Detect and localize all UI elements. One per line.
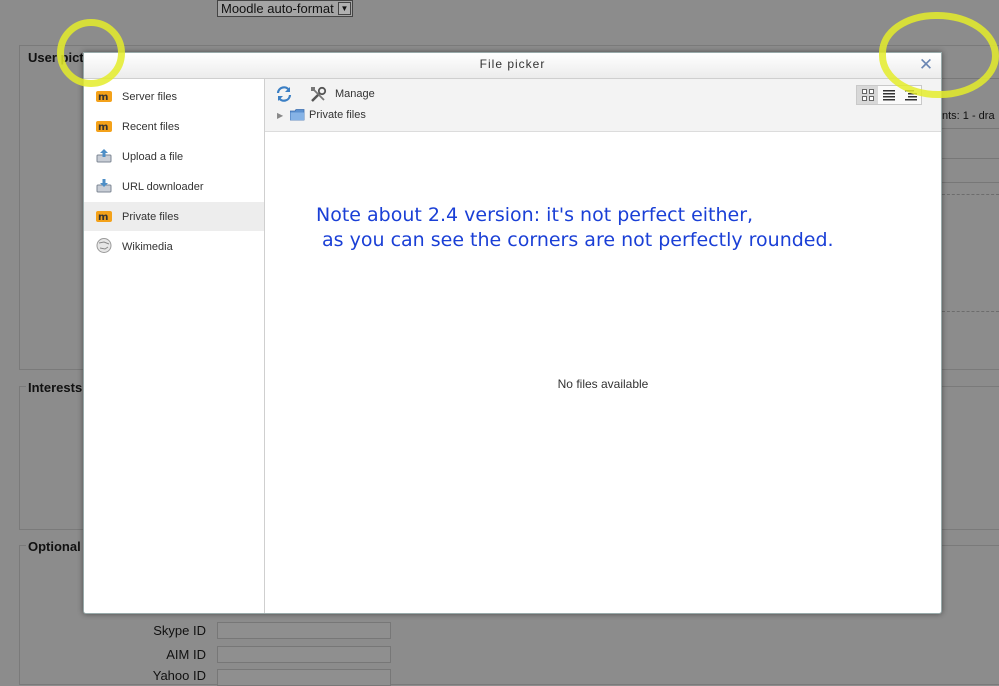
file-area: Manage ▶ Private files Note about 2.4 ve… — [265, 79, 941, 613]
repo-label: Server files — [122, 91, 178, 103]
text-format-select-value: Moodle auto-format — [221, 1, 334, 16]
moodle-icon: m — [96, 211, 112, 223]
folder-icon — [290, 109, 305, 121]
skype-id-field[interactable] — [217, 622, 391, 639]
repo-label: Private files — [122, 211, 179, 223]
moodle-icon: m — [96, 91, 112, 103]
list-view-icon — [883, 90, 896, 101]
breadcrumb-private-files[interactable]: Private files — [309, 109, 366, 121]
aim-id-field[interactable] — [217, 646, 391, 663]
repo-label: URL downloader — [122, 181, 204, 193]
bg-text-fragment: nts: 1 - dra — [942, 110, 995, 122]
bg-divider — [942, 182, 999, 183]
grid-view-icon — [862, 89, 874, 101]
repo-wikimedia[interactable]: Wikimedia — [84, 232, 264, 261]
file-picker-dialog: File picker ✕ m Server files m Recent fi… — [83, 52, 942, 614]
wikimedia-icon — [96, 238, 112, 253]
manage-tools-icon[interactable] — [310, 86, 327, 103]
chevron-down-icon: ▼ — [338, 2, 351, 15]
moodle-icon: m — [96, 121, 112, 133]
upload-icon — [96, 149, 112, 163]
repo-url-downloader[interactable]: URL downloader — [84, 172, 264, 201]
repo-upload-a-file[interactable]: Upload a file — [84, 142, 264, 171]
svg-text:m: m — [98, 212, 108, 223]
text-format-select[interactable]: Moodle auto-format ▼ — [217, 0, 353, 17]
empty-message: No files available — [557, 377, 649, 391]
repo-label: Recent files — [122, 121, 180, 133]
legend-interests: Interests — [26, 380, 85, 395]
annotation-note-line2: as you can see the corners are not perfe… — [316, 229, 834, 251]
repository-list: m Server files m Recent files Upload a f… — [84, 79, 265, 613]
list-view-button[interactable] — [878, 86, 899, 104]
repo-private-files[interactable]: m Private files — [84, 202, 264, 231]
bg-dropzone-border — [942, 194, 999, 195]
repo-server-files[interactable]: m Server files — [84, 82, 264, 111]
bg-divider — [942, 158, 999, 159]
highlight-circle-left — [57, 19, 125, 87]
skype-id-label: Skype ID — [153, 623, 206, 638]
repo-recent-files[interactable]: m Recent files — [84, 112, 264, 141]
yahoo-id-label: Yahoo ID — [152, 668, 206, 683]
legend-optional: Optional — [26, 539, 83, 554]
highlight-circle-right — [879, 12, 999, 98]
bg-dropzone-border — [942, 311, 999, 312]
expand-triangle-icon: ▶ — [277, 111, 284, 120]
refresh-icon[interactable] — [275, 85, 293, 103]
svg-text:m: m — [98, 92, 108, 103]
aim-id-label: AIM ID — [166, 647, 206, 662]
repo-label: Wikimedia — [122, 241, 173, 253]
bg-divider — [942, 128, 999, 129]
file-toolbar: Manage ▶ Private files — [265, 79, 941, 132]
repo-label: Upload a file — [122, 151, 184, 163]
icons-view-button[interactable] — [857, 86, 879, 104]
svg-text:m: m — [98, 122, 108, 133]
dialog-header: File picker ✕ — [84, 53, 941, 79]
yahoo-id-field[interactable] — [217, 669, 391, 686]
annotation-note: Note about 2.4 version: it's not perfect… — [316, 203, 916, 253]
dialog-title: File picker — [479, 57, 546, 71]
download-icon — [96, 179, 112, 193]
manage-link[interactable]: Manage — [335, 88, 375, 100]
annotation-note-line1: Note about 2.4 version: it's not perfect… — [316, 204, 754, 226]
